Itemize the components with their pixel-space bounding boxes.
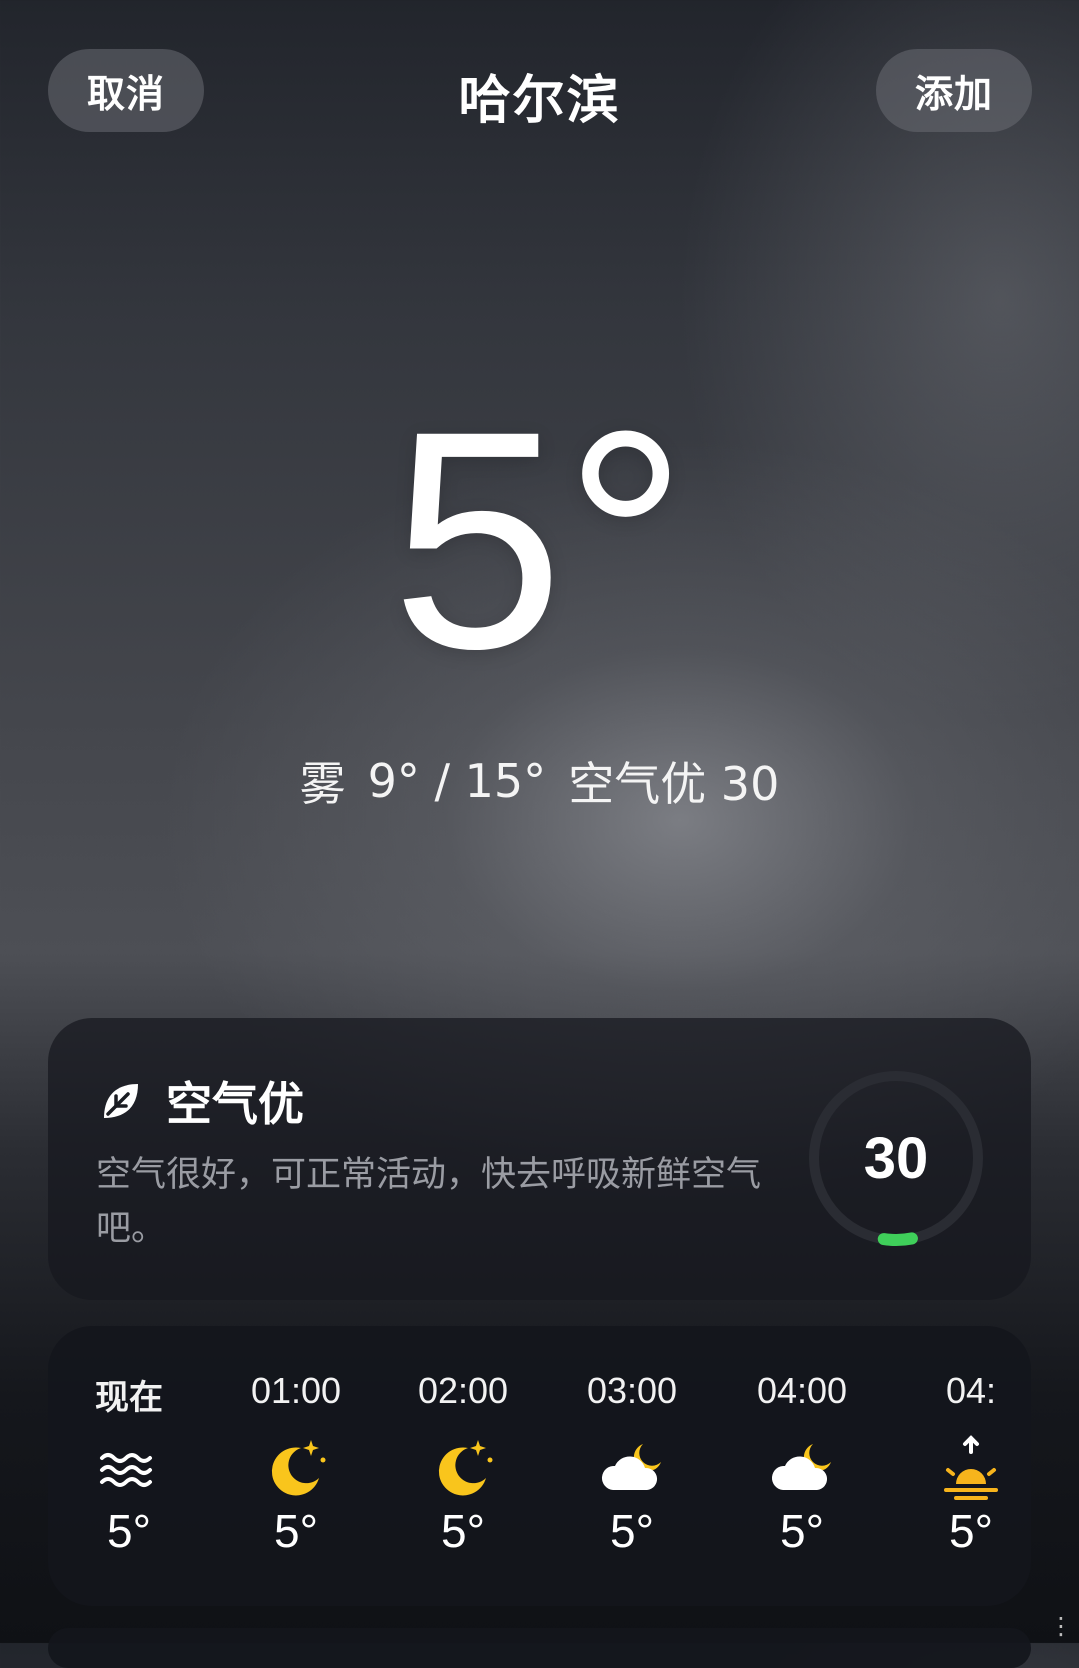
hourly-temp: 5°	[274, 1505, 318, 1557]
aqi-title-row: 空气优	[98, 1068, 304, 1134]
moon-stars-icon	[261, 1434, 331, 1504]
aqi-title: 空气优	[166, 1077, 304, 1131]
condition-text: 雾	[299, 757, 346, 811]
hourly-temp: 5°	[949, 1505, 993, 1557]
hourly-time: 04:	[945, 1370, 997, 1411]
weather-summary: 雾 9° / 15° 空气优 30	[0, 748, 1079, 814]
hourly-temp: 5°	[610, 1505, 654, 1557]
next-card-partial	[48, 1628, 1031, 1668]
add-button[interactable]: 添加	[876, 49, 1032, 132]
cloudy-night-icon	[767, 1434, 837, 1504]
cloudy-night-icon	[597, 1434, 667, 1504]
moon-stars-icon	[428, 1434, 498, 1504]
hourly-forecast-card[interactable]: 现在 5° 01:00 5° 02:00 5° 03:00 5° 04:00 5° 04:…	[48, 1326, 1031, 1606]
aqi-description: 空气很好，可正常活动，快去呼吸新鲜空气吧。	[96, 1155, 762, 1249]
hourly-time: 现在	[95, 1378, 163, 1418]
sunrise-icon	[936, 1434, 1006, 1504]
hourly-temp: 5°	[107, 1505, 151, 1557]
hourly-temp: 5°	[780, 1505, 824, 1557]
hourly-time: 04:00	[756, 1370, 848, 1411]
air-quality-card[interactable]: 空气优 空气很好，可正常活动，快去呼吸新鲜空气吧。 30	[48, 1018, 1031, 1300]
fog-icon	[94, 1434, 164, 1504]
hourly-time: 03:00	[586, 1370, 678, 1411]
leaf-icon	[98, 1078, 144, 1124]
scroll-indicator-icon: ⋮	[1049, 1612, 1073, 1640]
air-quality-text: 空气优 30	[568, 757, 780, 811]
current-temperature: 5°	[391, 366, 688, 713]
hourly-temp: 5°	[441, 1505, 485, 1557]
temp-range-text: 9° / 15°	[367, 754, 547, 808]
hourly-time: 01:00	[250, 1370, 342, 1411]
aqi-value: 30	[863, 1125, 929, 1191]
aqi-gauge: 30	[804, 1066, 988, 1250]
hourly-time: 02:00	[417, 1370, 509, 1411]
